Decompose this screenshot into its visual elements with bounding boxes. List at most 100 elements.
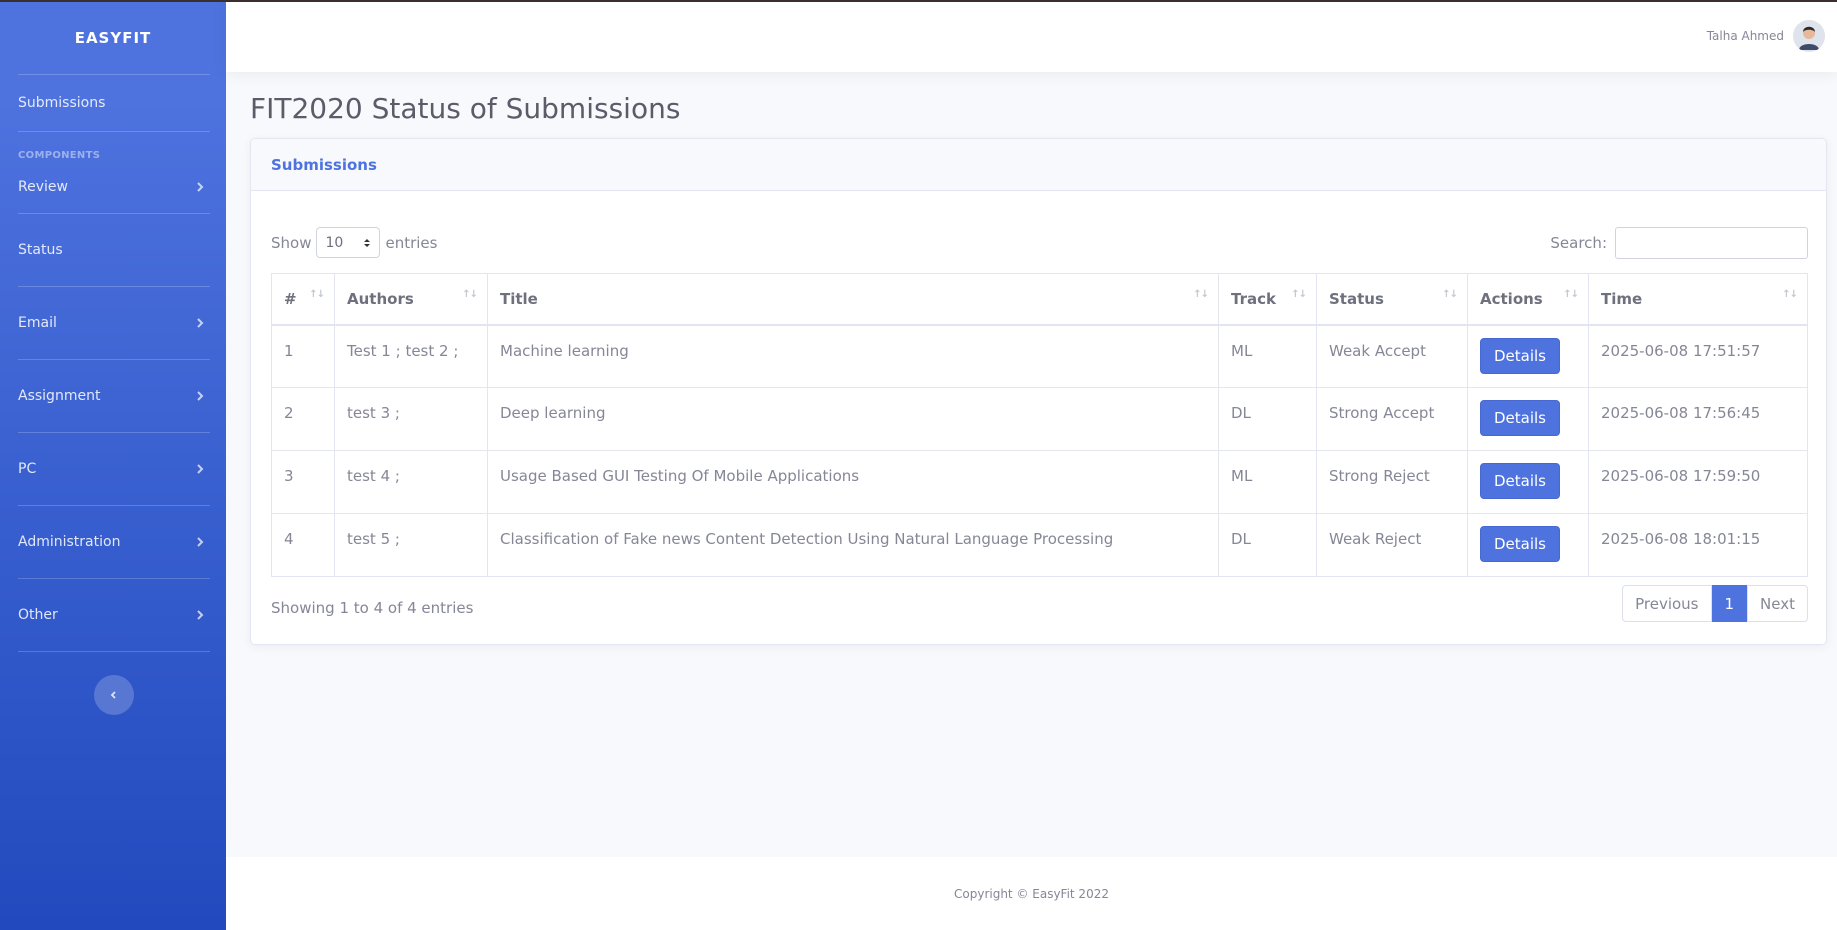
- sidebar-item-label: PC: [18, 461, 37, 477]
- chevron-right-icon: [197, 182, 204, 192]
- column-header-num[interactable]: # ↑↓: [271, 273, 335, 326]
- sidebar-item-email[interactable]: Email: [0, 287, 226, 359]
- sidebar-item-label: Assignment: [18, 388, 101, 404]
- cell-authors: test 5 ;: [334, 513, 488, 577]
- footer: Copyright © EasyFit 2022: [226, 857, 1837, 930]
- page-length-control: Show 10 entries: [271, 227, 437, 258]
- cell-status: Strong Reject: [1316, 450, 1468, 514]
- sidebar-item-label: Other: [18, 607, 58, 623]
- column-header-authors[interactable]: Authors ↑↓: [334, 273, 488, 326]
- cell-track: ML: [1218, 324, 1317, 388]
- table-header-row: # ↑↓ Authors ↑↓ Title ↑↓ Track ↑↓ Status ↑↓ A…: [271, 273, 1808, 326]
- avatar: [1793, 20, 1825, 52]
- cell-track: DL: [1218, 387, 1317, 451]
- sort-icon: ↑↓: [1291, 289, 1307, 300]
- cell-num: 1: [271, 324, 335, 388]
- cell-title: Deep learning: [487, 387, 1219, 451]
- sidebar-item-label: Email: [18, 315, 57, 331]
- sort-icon: ↑↓: [1193, 289, 1209, 300]
- sidebar-item-other[interactable]: Other: [0, 579, 226, 651]
- details-button[interactable]: Details: [1480, 337, 1561, 374]
- cell-authors: test 4 ;: [334, 450, 488, 514]
- sort-icon: ↑↓: [309, 289, 325, 300]
- submissions-card: Submissions Show 10 entries Search: # ↑↓ …: [250, 138, 1827, 645]
- column-header-time[interactable]: Time ↑↓: [1588, 273, 1808, 326]
- sort-icon: ↑↓: [462, 289, 478, 300]
- cell-status: Weak Accept: [1316, 324, 1468, 388]
- cell-num: 4: [271, 513, 335, 577]
- pagination: Previous 1 Next: [1622, 585, 1808, 622]
- user-menu[interactable]: Talha Ahmed: [1707, 20, 1825, 52]
- sidebar-item-submissions[interactable]: Submissions: [0, 75, 226, 131]
- table-info: Showing 1 to 4 of 4 entries: [271, 599, 474, 617]
- cell-time: 2025-06-08 17:59:50: [1588, 450, 1808, 514]
- sidebar-item-review[interactable]: Review: [0, 161, 226, 213]
- column-header-title[interactable]: Title ↑↓: [487, 273, 1219, 326]
- cell-authors: Test 1 ; test 2 ;: [334, 324, 488, 388]
- table-row: 4 test 5 ; Classification of Fake news C…: [271, 513, 1808, 577]
- table-row: 2 test 3 ; Deep learning DL Strong Accep…: [271, 387, 1808, 451]
- page-length-value: 10: [325, 234, 344, 251]
- card-header: Submissions: [251, 139, 1826, 191]
- cell-actions: Details: [1467, 450, 1589, 514]
- sidebar-heading: COMPONENTS: [18, 150, 101, 161]
- column-header-status[interactable]: Status ↑↓: [1316, 273, 1468, 326]
- details-button[interactable]: Details: [1480, 400, 1561, 436]
- sidebar: EASYFIT Submissions COMPONENTS Review St…: [0, 0, 226, 930]
- column-header-track[interactable]: Track ↑↓: [1218, 273, 1317, 326]
- cell-actions: Details: [1467, 387, 1589, 451]
- sidebar-item-assignment[interactable]: Assignment: [0, 360, 226, 432]
- chevron-right-icon: [197, 318, 204, 328]
- cell-status: Weak Reject: [1316, 513, 1468, 577]
- next-page-button[interactable]: Next: [1747, 585, 1808, 622]
- show-label: Show: [271, 233, 312, 252]
- details-button[interactable]: Details: [1480, 463, 1561, 499]
- sidebar-item-label: Administration: [18, 534, 121, 550]
- cell-track: ML: [1218, 450, 1317, 514]
- sort-select-icon: [364, 238, 371, 247]
- entries-label: entries: [385, 233, 438, 252]
- cell-actions: Details: [1467, 513, 1589, 577]
- page-length-select[interactable]: 10: [316, 227, 381, 258]
- chevron-left-icon: [110, 691, 116, 699]
- submissions-table: # ↑↓ Authors ↑↓ Title ↑↓ Track ↑↓ Status ↑↓ A…: [271, 273, 1808, 577]
- details-button[interactable]: Details: [1480, 526, 1561, 562]
- previous-page-button[interactable]: Previous: [1622, 585, 1712, 622]
- page-1-button[interactable]: 1: [1711, 585, 1748, 622]
- cell-title: Classification of Fake news Content Dete…: [487, 513, 1219, 577]
- sort-icon: ↑↓: [1442, 289, 1458, 300]
- cell-time: 2025-06-08 17:51:57: [1588, 324, 1808, 388]
- sidebar-toggle-button[interactable]: [94, 675, 134, 715]
- chevron-right-icon: [197, 610, 204, 620]
- brand-logo[interactable]: EASYFIT: [0, 2, 226, 74]
- cell-status: Strong Accept: [1316, 387, 1468, 451]
- sidebar-item-pc[interactable]: PC: [0, 433, 226, 505]
- sidebar-item-status[interactable]: Status: [0, 214, 226, 286]
- sidebar-item-label: Review: [18, 179, 68, 195]
- search-input[interactable]: [1615, 227, 1808, 259]
- page-title: FIT2020 Status of Submissions: [250, 92, 681, 125]
- cell-time: 2025-06-08 17:56:45: [1588, 387, 1808, 451]
- sidebar-divider: [18, 651, 210, 652]
- cell-time: 2025-06-08 18:01:15: [1588, 513, 1808, 577]
- chevron-right-icon: [197, 537, 204, 547]
- table-row: 1 Test 1 ; test 2 ; Machine learning ML …: [271, 324, 1808, 388]
- cell-track: DL: [1218, 513, 1317, 577]
- table-row: 3 test 4 ; Usage Based GUI Testing Of Mo…: [271, 450, 1808, 514]
- search-control: Search:: [1550, 227, 1808, 259]
- cell-title: Usage Based GUI Testing Of Mobile Applic…: [487, 450, 1219, 514]
- cell-authors: test 3 ;: [334, 387, 488, 451]
- topbar: Talha Ahmed: [226, 0, 1837, 72]
- cell-title: Machine learning: [487, 324, 1219, 388]
- chevron-right-icon: [197, 464, 204, 474]
- cell-num: 2: [271, 387, 335, 451]
- sidebar-item-administration[interactable]: Administration: [0, 506, 226, 578]
- sidebar-item-label: Status: [18, 242, 63, 258]
- column-header-actions[interactable]: Actions ↑↓: [1467, 273, 1589, 326]
- user-name: Talha Ahmed: [1706, 29, 1784, 43]
- search-label: Search:: [1550, 234, 1607, 252]
- sidebar-item-label: Submissions: [18, 95, 106, 111]
- sort-icon: ↑↓: [1782, 289, 1798, 300]
- sort-icon: ↑↓: [1563, 289, 1579, 300]
- cell-num: 3: [271, 450, 335, 514]
